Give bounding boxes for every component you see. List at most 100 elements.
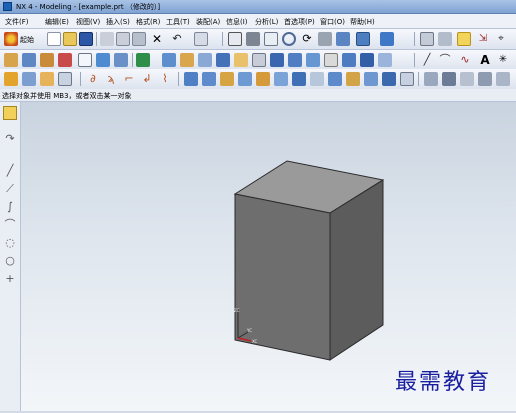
reposition-component-icon[interactable] xyxy=(478,72,492,86)
extract-icon[interactable] xyxy=(346,72,360,86)
extrude-icon[interactable] xyxy=(22,53,36,67)
wcs-icon[interactable] xyxy=(438,32,452,46)
zoom-icon[interactable] xyxy=(264,32,278,46)
sketch-circle-icon[interactable]: ◌ xyxy=(3,236,17,250)
pocket-icon[interactable] xyxy=(234,53,248,67)
bounded-plane-icon[interactable] xyxy=(274,72,288,86)
offset-curve-icon[interactable]: ϡ xyxy=(104,72,118,86)
edit-position-icon[interactable] xyxy=(22,72,36,86)
dimension-icon[interactable]: ⌖ xyxy=(494,32,508,46)
trim-body-icon[interactable] xyxy=(378,53,392,67)
move-feature-icon[interactable] xyxy=(40,72,54,86)
open-folder-icon[interactable] xyxy=(63,32,77,46)
extend-curve-icon[interactable]: ⌇ xyxy=(158,72,172,86)
sketch-point-icon[interactable]: + xyxy=(3,272,17,286)
rotate-icon[interactable]: ⟳ xyxy=(300,32,314,46)
through-curves-icon[interactable] xyxy=(184,72,198,86)
sew-icon[interactable] xyxy=(292,72,306,86)
cut-icon[interactable] xyxy=(100,32,114,46)
view-orientation-icon[interactable] xyxy=(380,32,394,46)
menu-preferences[interactable]: 首选项(P) xyxy=(284,17,315,27)
edit-parameters-icon[interactable] xyxy=(4,72,18,86)
cone-icon[interactable] xyxy=(114,53,128,67)
menu-assembly[interactable]: 装配(A) xyxy=(196,17,220,27)
menu-file[interactable]: 文件(F) xyxy=(5,17,29,27)
selection-active-icon[interactable] xyxy=(457,32,471,46)
boss-icon[interactable] xyxy=(216,53,230,67)
block-icon[interactable] xyxy=(78,53,92,67)
menu-info[interactable]: 信息(I) xyxy=(226,17,248,27)
menu-window[interactable]: 窗口(O) xyxy=(320,17,345,27)
delete-icon[interactable]: ✕ xyxy=(150,32,164,46)
save-icon[interactable] xyxy=(79,32,93,46)
split-body-icon[interactable] xyxy=(400,72,414,86)
chamfer-icon[interactable] xyxy=(324,53,338,67)
mate-component-icon[interactable] xyxy=(460,72,474,86)
menu-analysis[interactable]: 分析(L) xyxy=(255,17,278,27)
rotate-view-icon[interactable]: ↷ xyxy=(3,132,17,146)
assembly-navigator-icon[interactable] xyxy=(424,72,438,86)
layer-settings-icon[interactable] xyxy=(420,32,434,46)
sketch-arc-icon[interactable]: ⌒ xyxy=(3,218,17,232)
menu-edit[interactable]: 编辑(E) xyxy=(45,17,69,27)
edge-blend-icon[interactable] xyxy=(306,53,320,67)
zoom-window-icon[interactable] xyxy=(246,32,260,46)
intersect-icon[interactable] xyxy=(180,53,194,67)
reorder-feature-icon[interactable] xyxy=(58,72,72,86)
instance-icon[interactable] xyxy=(382,72,396,86)
pad-icon[interactable] xyxy=(252,53,266,67)
shell-icon[interactable] xyxy=(342,53,356,67)
menu-insert[interactable]: 插入(S) xyxy=(106,17,130,27)
unite-icon[interactable] xyxy=(136,53,150,67)
paste-icon[interactable] xyxy=(132,32,146,46)
mirror-body-icon[interactable] xyxy=(364,72,378,86)
bridge-curve-icon[interactable]: ⌐ xyxy=(122,72,136,86)
spline-icon[interactable]: ∿ xyxy=(458,53,472,67)
offset-surface-icon[interactable] xyxy=(256,72,270,86)
start-icon[interactable] xyxy=(4,32,18,46)
patch-icon[interactable] xyxy=(310,72,324,86)
trim-curve-icon[interactable]: ↲ xyxy=(140,72,154,86)
sketch-icon[interactable] xyxy=(4,53,18,67)
undo-icon[interactable]: ↶ xyxy=(170,32,184,46)
sketch-spline-icon[interactable]: ∫ xyxy=(3,200,17,214)
draft-icon[interactable] xyxy=(360,53,374,67)
fit-icon[interactable] xyxy=(228,32,242,46)
subtract-icon[interactable] xyxy=(162,53,176,67)
exploded-view-icon[interactable] xyxy=(496,72,510,86)
sketch-ellipse-icon[interactable]: ○ xyxy=(3,254,17,268)
pan-icon[interactable] xyxy=(318,32,332,46)
cylinder-icon[interactable] xyxy=(96,53,110,67)
render-style-icon[interactable] xyxy=(356,32,370,46)
menu-tools[interactable]: 工具(T) xyxy=(166,17,190,27)
shaded-icon[interactable] xyxy=(336,32,350,46)
hole-icon[interactable] xyxy=(198,53,212,67)
start-button-label[interactable]: 起始 xyxy=(20,35,34,45)
sweep-icon[interactable] xyxy=(58,53,72,67)
new-file-icon[interactable] xyxy=(47,32,61,46)
select-pointer-icon[interactable] xyxy=(3,106,17,120)
line-icon[interactable]: ╱ xyxy=(420,53,434,67)
groove-icon[interactable] xyxy=(288,53,302,67)
point-constructor-icon[interactable]: ⇲ xyxy=(476,32,490,46)
swept-surface-icon[interactable] xyxy=(220,72,234,86)
text-icon[interactable]: A xyxy=(478,53,492,67)
arc-icon[interactable]: ⌒ xyxy=(438,53,452,67)
cube-front-face[interactable] xyxy=(234,193,331,361)
curve-icon[interactable]: ∂ xyxy=(86,72,100,86)
revolve-icon[interactable] xyxy=(40,53,54,67)
zoom-in-out-icon[interactable] xyxy=(282,32,296,46)
thicken-icon[interactable] xyxy=(328,72,342,86)
copy-icon[interactable] xyxy=(116,32,130,46)
ruled-surface-icon[interactable] xyxy=(238,72,252,86)
through-mesh-icon[interactable] xyxy=(202,72,216,86)
sketch-line-icon[interactable]: ╱ xyxy=(3,164,17,178)
add-component-icon[interactable] xyxy=(442,72,456,86)
sketch-polyline-icon[interactable]: ⟋ xyxy=(3,182,17,196)
point-icon[interactable]: ✳ xyxy=(496,53,510,67)
menu-format[interactable]: 格式(R) xyxy=(136,17,160,27)
select-filter-icon[interactable] xyxy=(194,32,208,46)
slot-icon[interactable] xyxy=(270,53,284,67)
menu-view[interactable]: 视图(V) xyxy=(76,17,100,27)
menu-help[interactable]: 帮助(H) xyxy=(350,17,375,27)
